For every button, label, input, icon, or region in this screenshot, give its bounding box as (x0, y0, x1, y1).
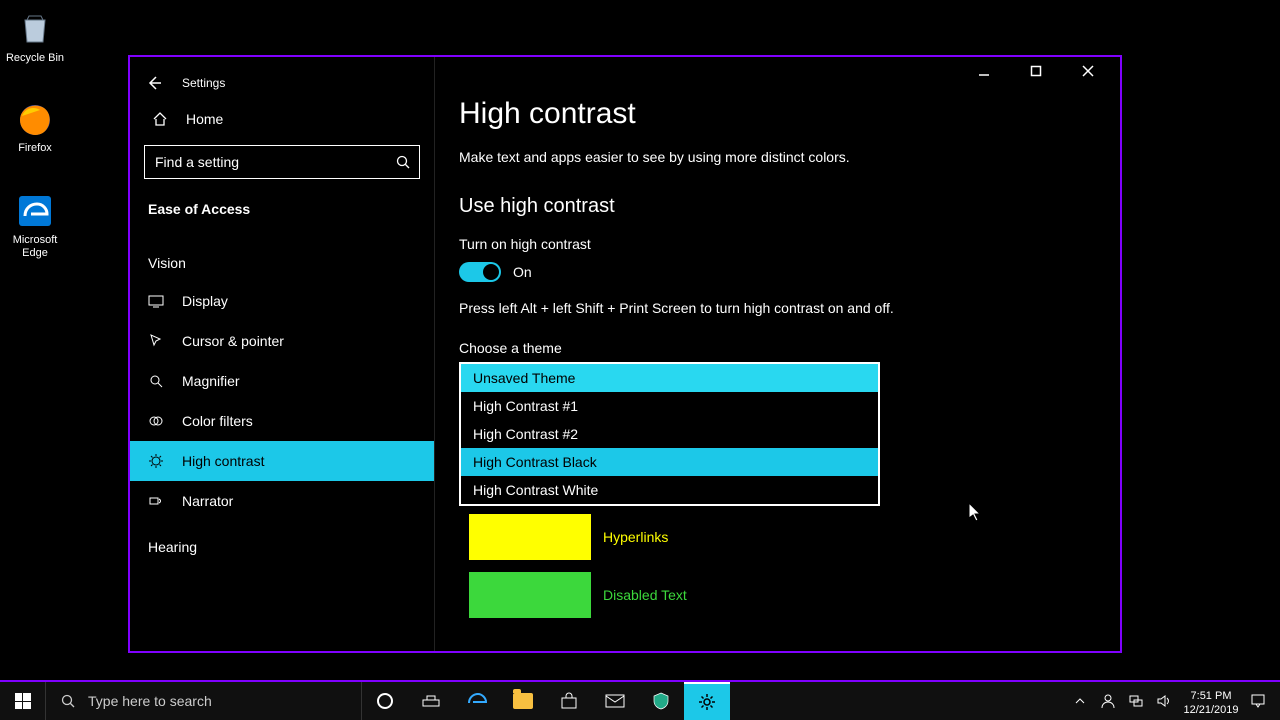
nav-label: Magnifier (182, 373, 240, 389)
narrator-icon (148, 493, 164, 509)
home-nav[interactable]: Home (130, 95, 434, 139)
firefox-icon (15, 98, 55, 138)
desktop-icon-label: Recycle Bin (6, 52, 64, 64)
search-box[interactable] (144, 145, 420, 179)
security-icon (652, 692, 670, 710)
cursor-icon (148, 333, 164, 349)
volume-icon (1156, 693, 1172, 709)
disabled-text-label: Disabled Text (603, 587, 687, 603)
taskbar-app-security[interactable] (638, 682, 684, 720)
tray-overflow[interactable] (1066, 696, 1094, 706)
windows-logo-icon (15, 693, 31, 709)
cortana-icon (377, 693, 393, 709)
nav-label: High contrast (182, 453, 264, 469)
shortcut-hint: Press left Alt + left Shift + Print Scre… (459, 300, 1096, 316)
disabled-text-color-swatch[interactable] (469, 572, 591, 618)
tray-volume[interactable] (1150, 693, 1178, 709)
desktop-icon-firefox[interactable]: Firefox (0, 98, 70, 154)
nav-label: Display (182, 293, 228, 309)
dropdown-option[interactable]: Unsaved Theme (461, 364, 878, 392)
search-icon (60, 693, 76, 709)
taskbar: Type here to search 7:51 PM 12/21/2019 (0, 680, 1280, 720)
action-center-button[interactable] (1244, 693, 1272, 709)
nav-group-vision: Vision (130, 237, 434, 281)
taskbar-app-settings[interactable] (684, 682, 730, 720)
dropdown-option[interactable]: High Contrast White (461, 476, 878, 504)
dropdown-option[interactable]: High Contrast #1 (461, 392, 878, 420)
desktop-icon-label: Microsoft Edge (0, 234, 70, 260)
nav-label: Narrator (182, 493, 233, 509)
gear-icon (698, 693, 716, 711)
nav-display[interactable]: Display (130, 281, 434, 321)
page-description: Make text and apps easier to see by usin… (459, 149, 1096, 165)
toggle-caption: Turn on high contrast (459, 236, 1096, 252)
nav-cursor-pointer[interactable]: Cursor & pointer (130, 321, 434, 361)
taskbar-app-explorer[interactable] (500, 682, 546, 720)
people-icon (1100, 693, 1116, 709)
page-title: High contrast (459, 97, 1096, 131)
chevron-up-icon (1075, 696, 1085, 706)
nav-group-hearing: Hearing (130, 521, 434, 565)
search-input[interactable] (155, 154, 395, 170)
taskbar-app-edge[interactable] (454, 682, 500, 720)
dropdown-option[interactable]: High Contrast Black (461, 448, 878, 476)
action-center-icon (1250, 693, 1266, 709)
theme-dropdown[interactable]: Unsaved Theme High Contrast #1 High Cont… (459, 362, 880, 506)
toggle-state-label: On (513, 264, 532, 280)
category-title: Ease of Access (130, 193, 434, 237)
desktop-icon-label: Firefox (18, 142, 52, 154)
search-icon (395, 154, 411, 170)
clock-date: 12/21/2019 (1178, 704, 1244, 717)
task-view-button[interactable] (408, 682, 454, 720)
taskbar-app-mail[interactable] (592, 682, 638, 720)
nav-label: Cursor & pointer (182, 333, 284, 349)
settings-sidebar: Settings Home Ease of Access Vision Disp… (130, 57, 435, 651)
display-icon (148, 293, 164, 309)
recycle-bin-icon (15, 8, 55, 48)
nav-color-filters[interactable]: Color filters (130, 401, 434, 441)
cortana-button[interactable] (362, 682, 408, 720)
taskbar-app-store[interactable] (546, 682, 592, 720)
high-contrast-icon (148, 453, 164, 469)
folder-icon (513, 693, 533, 709)
back-button[interactable] (146, 75, 162, 91)
taskbar-clock[interactable]: 7:51 PM 12/21/2019 (1178, 685, 1244, 716)
mail-icon (605, 693, 625, 709)
settings-window: Settings Home Ease of Access Vision Disp… (128, 55, 1122, 653)
hyperlinks-label: Hyperlinks (603, 529, 668, 545)
nav-label: Color filters (182, 413, 253, 429)
clock-time: 7:51 PM (1178, 690, 1244, 703)
task-view-icon (422, 693, 440, 709)
nav-narrator[interactable]: Narrator (130, 481, 434, 521)
dropdown-option[interactable]: High Contrast #2 (461, 420, 878, 448)
nav-magnifier[interactable]: Magnifier (130, 361, 434, 401)
section-use-high-contrast: Use high contrast (459, 195, 1096, 218)
tray-people[interactable] (1094, 693, 1122, 709)
app-title: Settings (182, 76, 225, 90)
edge-icon (15, 190, 55, 230)
system-tray: 7:51 PM 12/21/2019 (1066, 682, 1280, 720)
choose-theme-label: Choose a theme (459, 340, 1096, 356)
home-icon (152, 111, 168, 127)
network-icon (1128, 693, 1144, 709)
settings-content: High contrast Make text and apps easier … (435, 57, 1120, 651)
tray-network[interactable] (1122, 693, 1150, 709)
hyperlinks-color-swatch[interactable] (469, 514, 591, 560)
edge-icon (467, 691, 487, 711)
desktop-icon-recycle-bin[interactable]: Recycle Bin (0, 8, 70, 64)
magnifier-icon (148, 373, 164, 389)
store-icon (560, 692, 578, 710)
desktop-icon-edge[interactable]: Microsoft Edge (0, 190, 70, 260)
color-filters-icon (148, 413, 164, 429)
home-label: Home (186, 111, 223, 127)
high-contrast-toggle[interactable] (459, 262, 501, 282)
taskbar-search[interactable]: Type here to search (46, 682, 362, 720)
nav-high-contrast[interactable]: High contrast (130, 441, 434, 481)
start-button[interactable] (0, 682, 46, 720)
titlebar: Settings (130, 67, 434, 95)
taskbar-search-placeholder: Type here to search (88, 693, 212, 709)
